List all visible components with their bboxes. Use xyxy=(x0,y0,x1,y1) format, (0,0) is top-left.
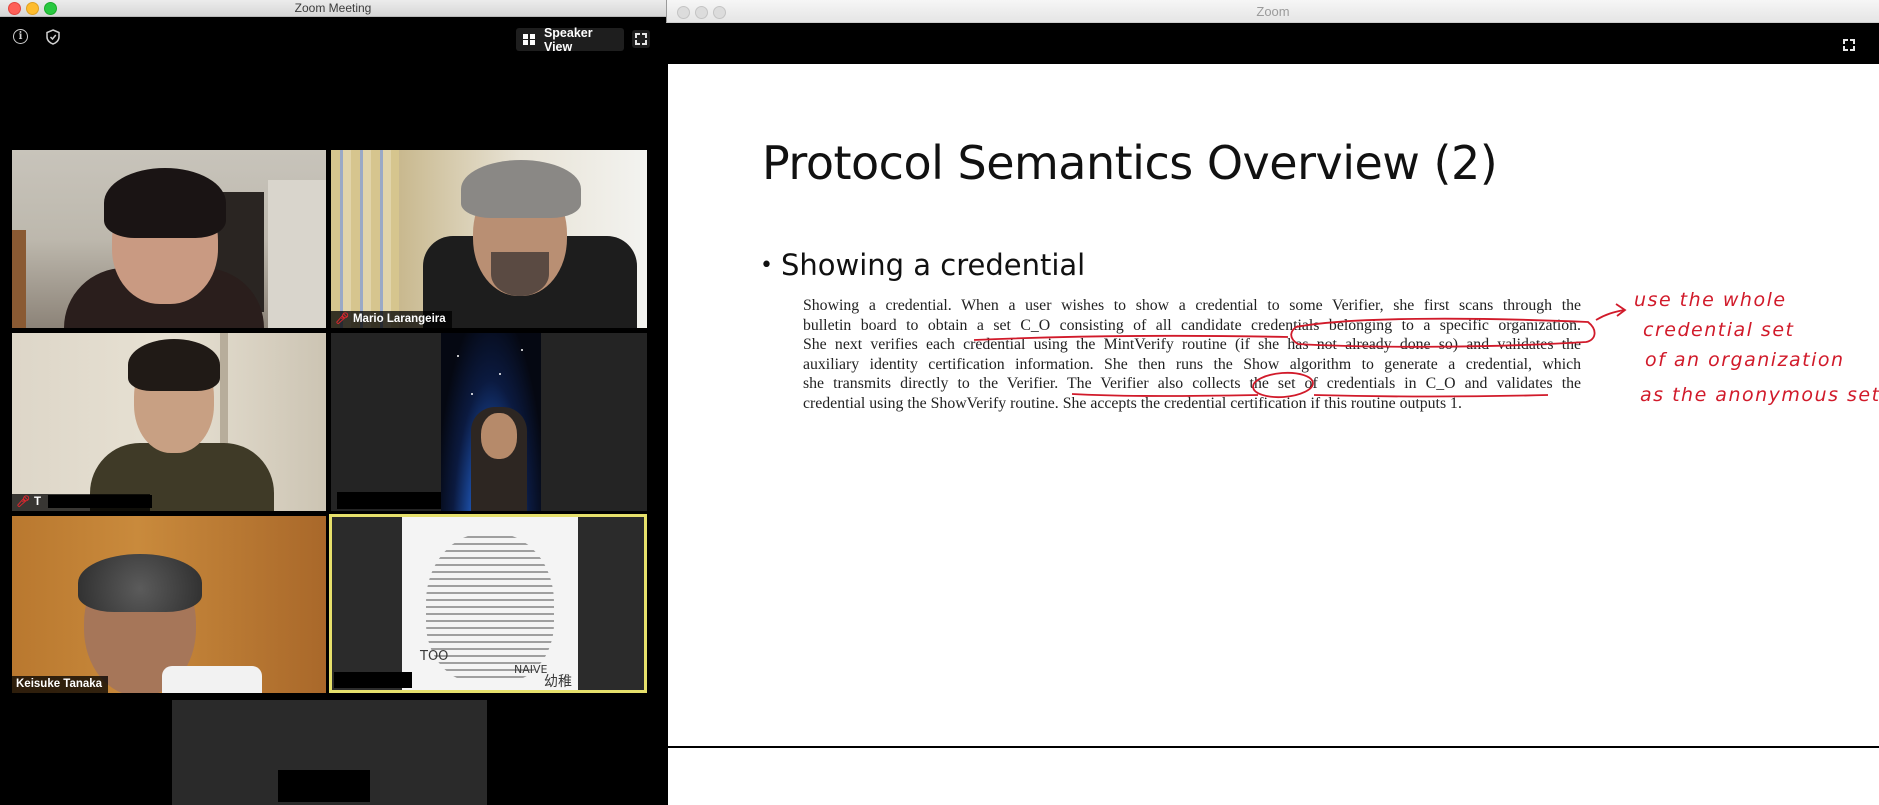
info-icon[interactable]: i xyxy=(13,29,28,44)
bullet-dot: • xyxy=(760,253,773,278)
portrait-word: 幼稚 xyxy=(544,674,572,690)
participant-name-tag: 🎤︎ Mario Larangeira xyxy=(331,311,452,328)
video-tile[interactable]: 🎤︎ Mario Larangeira xyxy=(331,150,647,328)
redaction-box xyxy=(278,770,370,802)
video-tile[interactable] xyxy=(172,700,487,805)
participant-name: Mario Larangeira xyxy=(352,313,446,325)
redaction-box xyxy=(48,495,152,508)
meeting-titlebar: Zoom Meeting xyxy=(0,0,666,17)
participant-name-tag: Keisuke Tanaka xyxy=(12,676,109,693)
word-art-portrait: TOO NAIVE 幼稚 xyxy=(402,517,578,690)
video-tile[interactable] xyxy=(12,150,326,328)
fullscreen-icon[interactable] xyxy=(1840,36,1858,54)
slide-footer-area xyxy=(668,748,1879,805)
fullscreen-icon[interactable] xyxy=(632,30,650,48)
video-tile[interactable] xyxy=(331,333,647,511)
bullet-text: Showing a credential xyxy=(780,248,1086,282)
active-speaker-tile[interactable]: TOO NAIVE 幼稚 xyxy=(329,514,647,693)
portrait-word: TOO xyxy=(420,649,449,664)
speaker-view-button[interactable]: Speaker View xyxy=(516,25,624,54)
paragraph-line: she transmits directly to the Verifier. … xyxy=(803,375,1581,393)
paragraph-line: Showing a credential. When a user wishes… xyxy=(803,297,1581,314)
participant-name: T xyxy=(33,496,41,508)
handwritten-note: of an organization xyxy=(1645,349,1845,371)
redaction-box xyxy=(337,492,441,509)
slide-paragraph: Showing a credential. When a user wishes… xyxy=(803,296,1581,414)
muted-mic-icon: 🎤︎ xyxy=(335,313,349,325)
shield-icon[interactable] xyxy=(45,29,61,45)
paragraph-line: bulletin board to obtain a set C_O consi… xyxy=(803,316,1581,334)
screen-share-window: Zoom Protocol Semantics Overview (2) • Sh… xyxy=(666,0,1879,805)
grid-icon xyxy=(523,34,535,45)
paragraph-line: She next verifies each credential using … xyxy=(803,336,1581,354)
muted-mic-icon: 🎤︎ xyxy=(16,496,30,508)
video-tile[interactable]: Keisuke Tanaka xyxy=(12,516,326,693)
paragraph-line: credential using the ShowVerify routine.… xyxy=(803,394,1462,412)
redaction-box xyxy=(334,672,412,688)
paragraph-line: auxiliary identity certification informa… xyxy=(803,355,1581,373)
portrait-word: NAIVE xyxy=(514,663,548,676)
zoom-meeting-window: Zoom Meeting i Speaker View 🎤︎ Mario Lara… xyxy=(0,0,666,805)
bullet-heading: • Showing a credential xyxy=(760,248,1085,282)
handwritten-note: as the anonymous set. xyxy=(1640,384,1879,406)
video-tile[interactable]: 🎤︎ T xyxy=(12,333,326,511)
meeting-window-title: Zoom Meeting xyxy=(294,1,372,15)
speaker-view-label: Speaker View xyxy=(543,25,593,54)
participant-name: Keisuke Tanaka xyxy=(16,678,103,690)
share-window-title: Zoom xyxy=(1256,4,1290,19)
handwritten-note: credential set xyxy=(1643,319,1795,341)
arrowhead-stroke xyxy=(1615,303,1627,317)
slide-title: Protocol Semantics Overview (2) xyxy=(762,136,1498,190)
share-titlebar: Zoom xyxy=(666,0,1879,23)
presentation-slide: Protocol Semantics Overview (2) • Showing… xyxy=(668,64,1879,746)
arrow-stroke xyxy=(1595,309,1625,321)
handwritten-note: use the whole xyxy=(1634,289,1787,311)
